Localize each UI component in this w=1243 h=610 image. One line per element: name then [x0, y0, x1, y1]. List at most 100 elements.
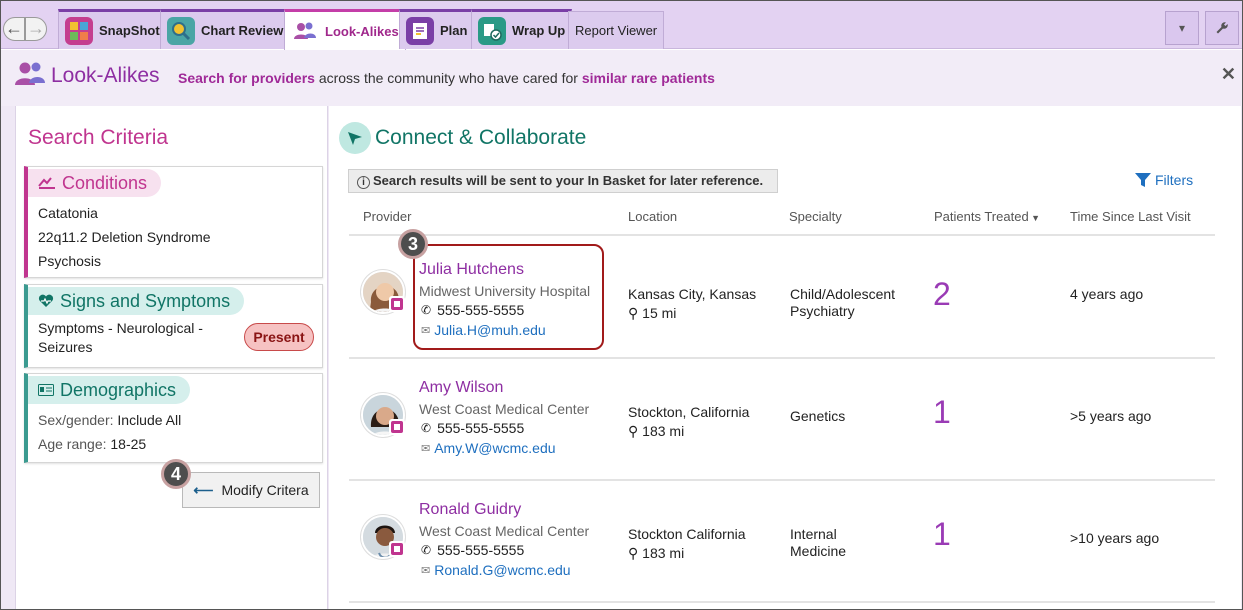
provider-badge-icon [389, 541, 405, 557]
age-range-value: 18-25 [110, 436, 147, 452]
tab-label: SnapShot [99, 23, 160, 38]
filter-icon [1135, 172, 1151, 187]
column-header-provider: Provider [363, 209, 412, 224]
arrow-left-icon: ⟵ [193, 481, 214, 498]
highlight-box [413, 244, 604, 350]
conditions-icon [38, 177, 55, 189]
modify-criteria-label: Modify Critera [221, 482, 309, 498]
location-distance-row: ⚲ 183 mi [628, 422, 749, 441]
close-icon[interactable]: ✕ [1221, 64, 1236, 85]
phone-icon: ✆ [421, 543, 432, 557]
modify-criteria-button[interactable]: ⟵ Modify Critera [182, 472, 320, 508]
location-distance-row: ⚲ 15 mi [628, 304, 756, 323]
wrench-icon [1216, 22, 1228, 34]
filters-button[interactable]: Filters [1135, 172, 1193, 188]
table-row[interactable]: Ronald Guidry West Coast Medical Center … [349, 481, 1215, 601]
specialty-line: Child/Adolescent [790, 286, 896, 302]
id-card-icon [38, 384, 54, 396]
patients-treated-count: 1 [933, 394, 951, 430]
dropdown-button[interactable]: ▾ [1165, 11, 1199, 45]
provider-badge-icon [389, 419, 405, 435]
provider-name[interactable]: Ronald Guidry [419, 501, 521, 519]
sort-down-icon: ▼ [1028, 213, 1041, 223]
tab-report-viewer[interactable]: Report Viewer [568, 11, 665, 49]
description-highlight: Search for providers [178, 70, 315, 86]
map-pin-icon: ⚲ [628, 545, 639, 561]
patients-treated-label: Patients Treated [934, 209, 1029, 224]
location-city: Stockton, California [628, 404, 750, 420]
chart-review-icon [167, 16, 195, 45]
page-title: Look-Alikes [51, 64, 160, 87]
heart-pulse-icon [38, 294, 54, 307]
tab-chart-review[interactable]: Chart Review [160, 9, 291, 49]
info-banner: i Search results will be sent to your In … [348, 169, 778, 193]
map-pin-icon: ⚲ [628, 305, 639, 321]
patients-treated-count: 1 [933, 516, 951, 552]
snapshot-icon [65, 16, 93, 45]
demographics-header: Demographics [28, 376, 191, 404]
tab-label: Look-Alikes [325, 23, 399, 39]
conditions-header: Conditions [28, 169, 162, 197]
tab-snapshot[interactable]: SnapShot [58, 9, 167, 49]
activity-header: Look-Alikes Search for providers across … [1, 50, 1242, 106]
tab-plan[interactable]: Plan [399, 9, 475, 49]
tab-wrap-up[interactable]: Wrap Up [471, 9, 573, 49]
provider-specialty: Internal Medicine [790, 526, 846, 560]
email-address: Amy.W@wcmc.edu [434, 440, 556, 456]
sex-gender-row: Sex/gender: Include All [28, 408, 322, 432]
callout-marker: 4 [161, 459, 191, 489]
forward-arrow-icon[interactable]: → [25, 17, 47, 41]
provider-badge-icon [389, 296, 405, 312]
provider-email[interactable]: ✉ Amy.W@wcmc.edu [421, 440, 556, 456]
provider-phone: ✆ 555-555-5555 [421, 542, 524, 558]
time-since-last-visit: 4 years ago [1070, 286, 1144, 302]
phone-number: 555-555-5555 [437, 542, 525, 558]
signs-symptoms-label: Signs and Symptoms [60, 290, 231, 311]
email-icon: ✉ [421, 442, 431, 455]
condition-item: 22q11.2 Deletion Syndrome [38, 229, 211, 245]
settings-button[interactable] [1205, 11, 1239, 45]
callout-marker: 3 [398, 229, 428, 259]
tab-look-alikes[interactable]: Look-Alikes [284, 9, 406, 50]
nav-arrows: ← → [3, 15, 47, 43]
specialty-line: Medicine [790, 543, 847, 559]
provider-location: Stockton, California ⚲ 183 mi [628, 403, 749, 441]
phone-icon: ✆ [421, 421, 432, 435]
column-header-specialty: Specialty [789, 209, 842, 224]
info-icon: i [357, 176, 370, 189]
plan-icon [406, 16, 434, 45]
map-pin-icon: ⚲ [628, 423, 639, 439]
provider-hospital: West Coast Medical Center [419, 401, 590, 417]
description-text: across the community who have cared for [314, 70, 582, 86]
column-header-patients-treated[interactable]: Patients Treated ▼ [934, 209, 1040, 224]
specialty-line: Psychiatry [790, 303, 855, 319]
conditions-card: Conditions Catatonia 22q11.2 Deletion Sy… [24, 166, 323, 278]
tab-bar: ← → SnapShot Chart Review Look-Alikes Pl… [1, 1, 1242, 50]
table-row[interactable]: Amy Wilson West Coast Medical Center ✆ 55… [349, 359, 1215, 479]
provider-location: Stockton California ⚲ 183 mi [628, 525, 746, 563]
paper-plane-icon [339, 122, 371, 154]
page-description: Search for providers across the communit… [178, 70, 715, 86]
filters-label: Filters [1155, 172, 1194, 188]
sex-gender-value: Include All [117, 412, 182, 428]
patients-treated-count: 2 [933, 276, 951, 312]
back-arrow-icon[interactable]: ← [3, 17, 25, 41]
chevron-down-icon: ▾ [1178, 21, 1186, 35]
provider-hospital: West Coast Medical Center [419, 523, 590, 539]
tab-label: Plan [440, 23, 468, 38]
phone-number: 555-555-5555 [437, 420, 525, 436]
signs-symptoms-header: Signs and Symptoms [28, 287, 245, 315]
tab-label: Report Viewer [575, 23, 658, 38]
location-distance: 183 mi [642, 423, 685, 439]
description-highlight: similar rare patients [581, 70, 715, 86]
provider-email[interactable]: ✉ Ronald.G@wcmc.edu [421, 562, 571, 578]
provider-name[interactable]: Amy Wilson [419, 379, 503, 397]
search-criteria-title: Search Criteria [28, 126, 169, 149]
demographics-label: Demographics [60, 379, 177, 400]
search-criteria-panel: Search Criteria Conditions Catatonia 22q… [15, 106, 328, 609]
provider-phone: ✆ 555-555-5555 [421, 420, 524, 436]
divider [349, 601, 1215, 603]
provider-location: Kansas City, Kansas ⚲ 15 mi [628, 285, 756, 323]
location-city: Stockton California [628, 526, 746, 542]
demographics-card: Demographics Sex/gender: Include All Age… [24, 373, 323, 463]
